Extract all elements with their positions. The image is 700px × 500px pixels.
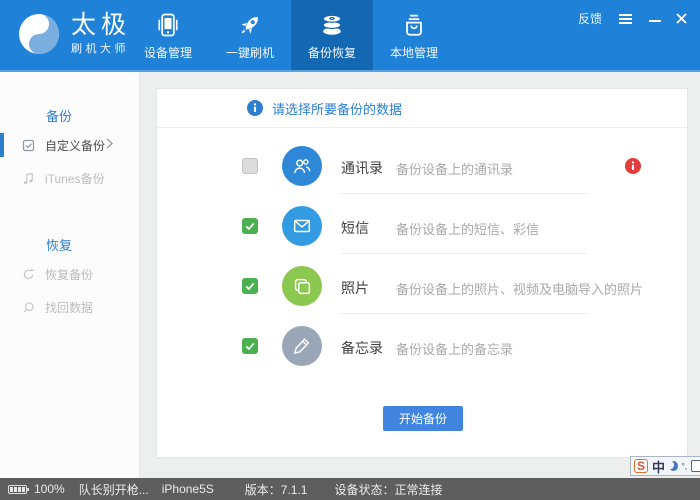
info-icon (247, 100, 263, 116)
title-bar: 太极 刷机大师 设备管理 (0, 0, 700, 72)
app-title: 太极 (71, 12, 131, 38)
status-bar: 100% 队长别开枪... iPhone5S 版本：7.1.1 设备状态：正常连… (0, 478, 700, 500)
item-label: 短信 (341, 218, 369, 238)
alert-icon[interactable] (625, 158, 641, 174)
chevron-right-icon (106, 138, 113, 149)
main-nav: 设备管理 一键刷机 (127, 0, 455, 70)
ime-punctuation-toggle[interactable]: °, (682, 462, 687, 471)
keyboard-icon[interactable] (691, 460, 700, 472)
item-label: 备忘录 (341, 338, 383, 358)
device-name: 队长别开枪... (79, 481, 149, 498)
item-description: 备份设备上的照片、视频及电脑导入的照片 (396, 279, 643, 298)
contacts-icon (282, 146, 322, 186)
item-label: 通讯录 (341, 158, 383, 178)
start-backup-button[interactable]: 开始备份 (383, 406, 463, 431)
item-description: 备份设备上的短信、彩信 (396, 219, 539, 238)
divider (341, 313, 587, 314)
sidebar-item-retrieve-data[interactable]: 找回数据 (0, 294, 139, 320)
sidebar-section-restore: 恢复 (0, 235, 139, 254)
window-controls: 反馈 (578, 10, 687, 27)
list-item-messages: 短信 备份设备上的短信、彩信 (157, 196, 687, 256)
tab-one-key-flash[interactable]: 一键刷机 (209, 0, 291, 70)
bag-icon (400, 9, 428, 41)
battery-icon (8, 485, 27, 494)
divider (341, 253, 587, 254)
battery-percent: 100% (34, 482, 65, 496)
divider (341, 193, 587, 194)
photos-checkbox[interactable] (242, 278, 258, 294)
app-subtitle: 刷机大师 (71, 40, 131, 56)
list-item-contacts: 通讯录 备份设备上的通讯录 (157, 136, 687, 196)
banner-text: 请选择所要备份的数据 (272, 99, 402, 118)
sidebar-section-backup: 备份 (0, 106, 139, 125)
message-icon (282, 206, 322, 246)
sidebar-item-label: 自定义备份 (45, 137, 105, 154)
ime-language-toggle[interactable]: 中 (652, 457, 665, 476)
item-description: 备份设备上的备忘录 (396, 339, 513, 358)
tab-label: 本地管理 (390, 44, 438, 61)
messages-checkbox[interactable] (242, 218, 258, 234)
list-item-notes: 备忘录 备份设备上的备忘录 (157, 316, 687, 376)
device-status: 设备状态：正常连接 (334, 481, 442, 498)
item-label: 照片 (341, 278, 369, 298)
moon-icon[interactable] (669, 461, 678, 471)
tab-label: 设备管理 (144, 44, 192, 61)
sidebar-item-itunes-backup[interactable]: iTunes备份 (0, 165, 139, 191)
notes-checkbox[interactable] (242, 338, 258, 354)
tab-local-manage[interactable]: 本地管理 (373, 0, 455, 70)
sidebar-item-label: 找回数据 (45, 299, 93, 316)
menu-icon[interactable] (617, 12, 634, 26)
music-note-icon (21, 171, 36, 186)
app-logo: 太极 刷机大师 (16, 11, 131, 57)
restore-icon (21, 267, 36, 282)
version-label: 版本：7.1.1 (245, 481, 308, 498)
tab-label: 备份恢复 (308, 44, 356, 61)
backup-panel: 请选择所要备份的数据 通讯录 备份设备上的通讯录 (156, 88, 688, 458)
device-model: iPhone5S (162, 482, 214, 496)
backup-item-list: 通讯录 备份设备上的通讯录 (157, 136, 687, 376)
checked-box-icon (21, 138, 36, 153)
close-icon[interactable] (676, 13, 687, 24)
magnifier-icon (21, 300, 36, 315)
phone-icon (154, 9, 182, 41)
sidebar-item-label: iTunes备份 (45, 170, 105, 187)
sidebar-item-label: 恢复备份 (45, 266, 93, 283)
select-data-banner: 请选择所要备份的数据 (157, 89, 687, 128)
tab-label: 一键刷机 (226, 44, 274, 61)
ime-toolbar: S 中 °, (630, 456, 700, 476)
sidebar-item-restore-backup[interactable]: 恢复备份 (0, 261, 139, 287)
database-icon (317, 9, 347, 41)
sidebar: 备份 自定义备份 iTunes备份 恢复 (0, 72, 140, 478)
minimize-icon[interactable] (649, 20, 661, 22)
tab-device-manage[interactable]: 设备管理 (127, 0, 209, 70)
rocket-icon (236, 9, 264, 41)
photos-icon (282, 266, 322, 306)
taiji-logo-icon (16, 11, 62, 57)
sidebar-item-custom-backup[interactable]: 自定义备份 (0, 132, 139, 158)
contacts-checkbox[interactable] (242, 158, 258, 174)
sogou-logo-icon[interactable]: S (634, 459, 648, 473)
notes-icon (282, 326, 322, 366)
tab-backup-restore[interactable]: 备份恢复 (291, 0, 373, 70)
list-item-photos: 照片 备份设备上的照片、视频及电脑导入的照片 (157, 256, 687, 316)
feedback-button[interactable]: 反馈 (578, 10, 602, 27)
item-description: 备份设备上的通讯录 (396, 159, 513, 178)
